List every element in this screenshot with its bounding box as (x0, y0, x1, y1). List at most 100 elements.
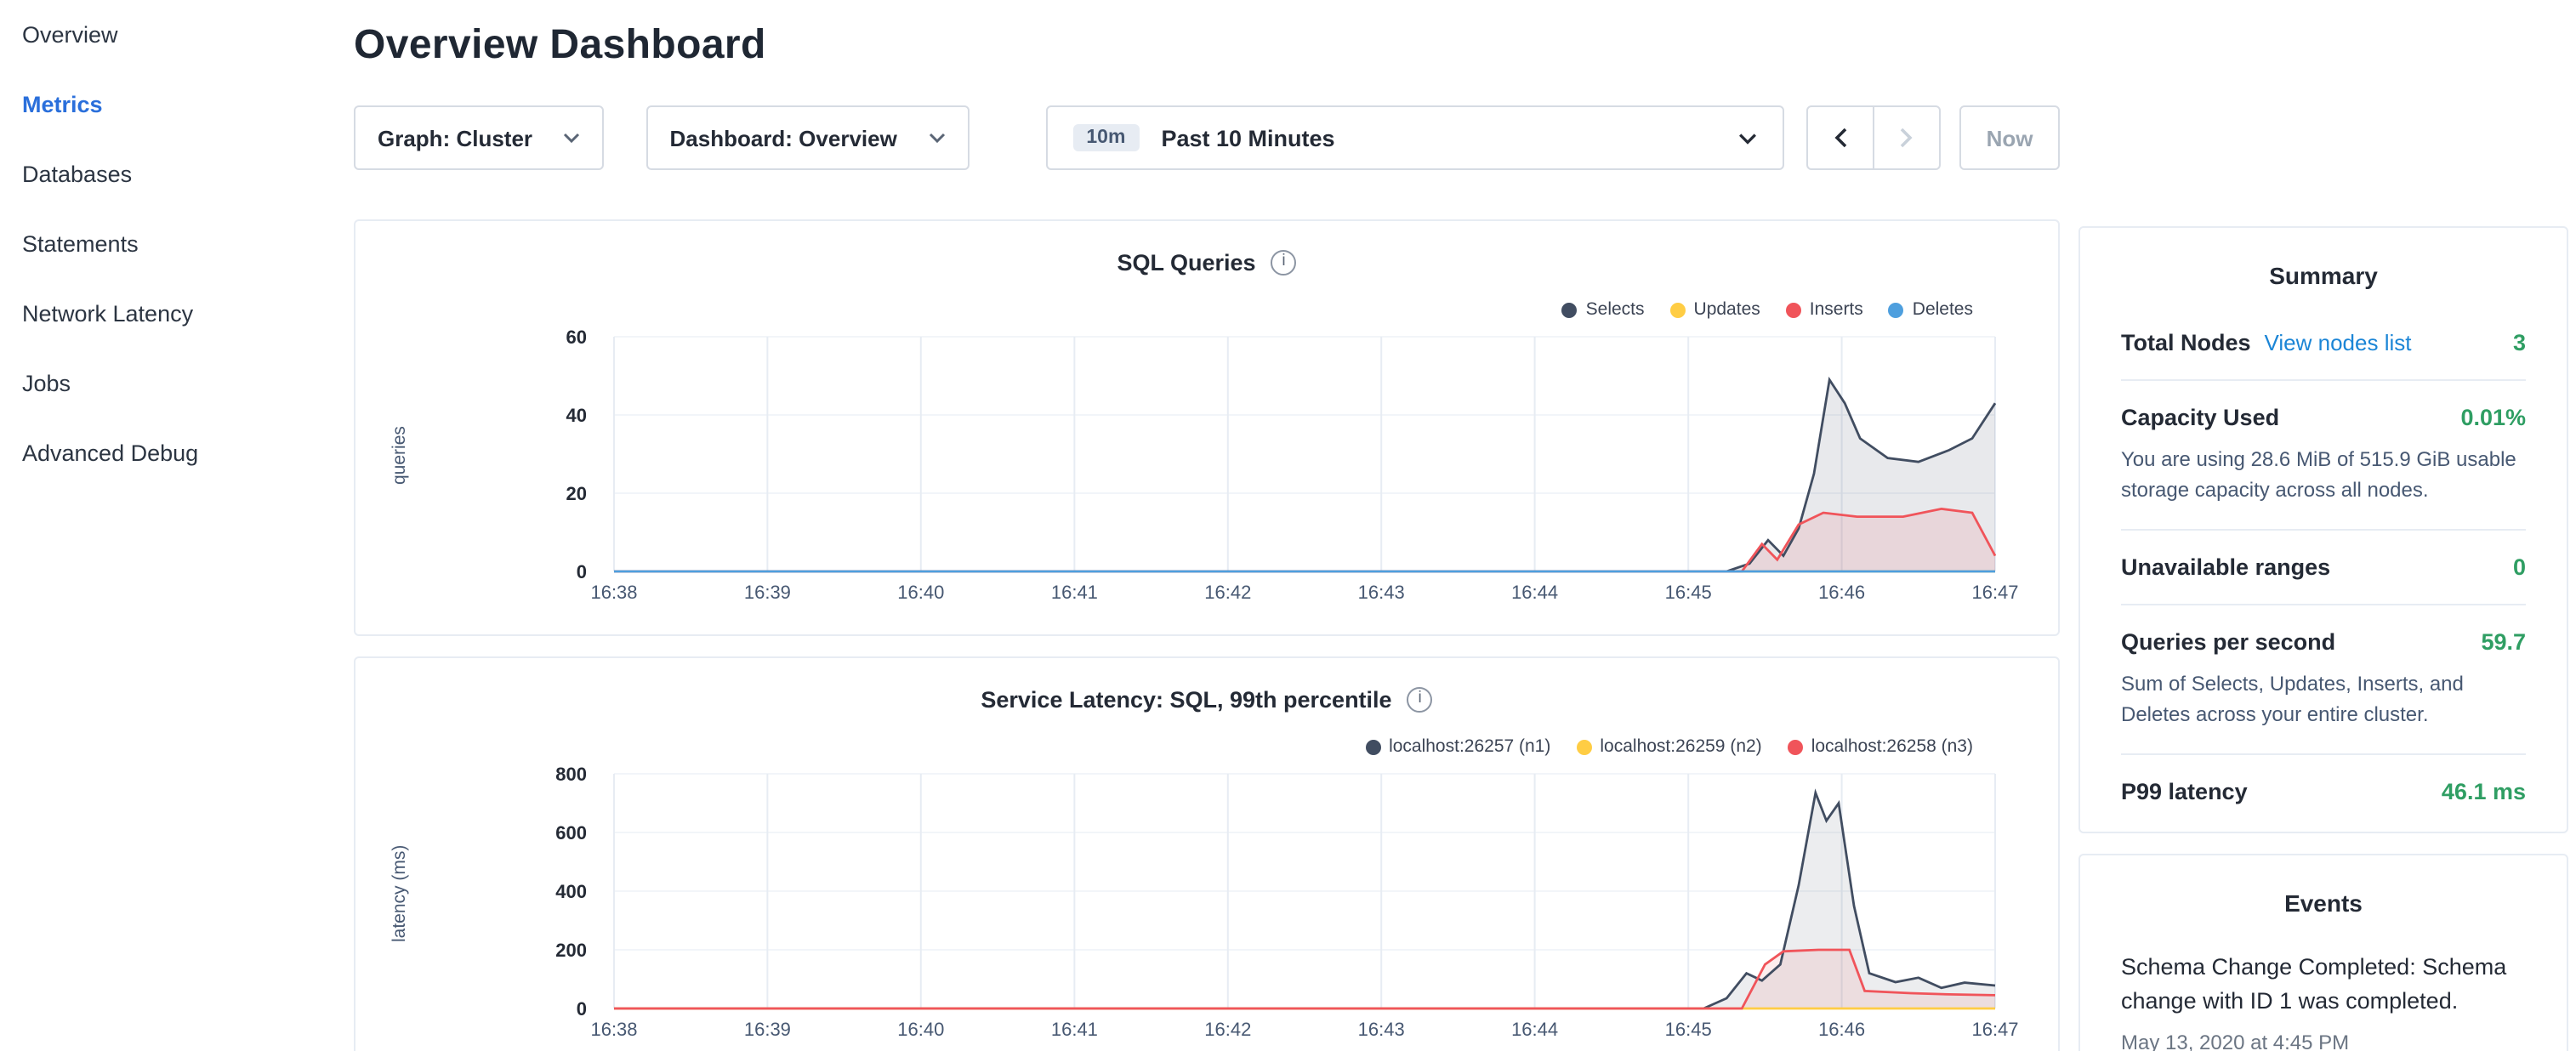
y-axis-label: latency (ms) (390, 774, 410, 1012)
x-axis-tick: 16:45 (1665, 582, 1712, 603)
x-axis-tick: 16:44 (1511, 582, 1558, 603)
legend-item[interactable]: Updates (1670, 299, 1760, 320)
summary-label: Unavailable ranges (2121, 554, 2330, 580)
x-axis-tick: 16:43 (1358, 1019, 1405, 1040)
summary-label: Capacity Used (2121, 405, 2279, 430)
y-axis-tick: 40 (566, 405, 587, 426)
sidebar-item-metrics[interactable]: Metrics (0, 70, 354, 139)
summary-row-capacity-used: Capacity Used 0.01% You are using 28.6 M… (2121, 381, 2526, 531)
now-button[interactable]: Now (1959, 105, 2060, 170)
summary-description: You are using 28.6 MiB of 515.9 GiB usab… (2121, 444, 2526, 505)
x-axis-tick: 16:43 (1358, 582, 1405, 603)
summary-row-p99-latency: P99 latency 46.1 ms (2121, 755, 2526, 828)
legend-label: Deletes (1913, 299, 1973, 320)
chart-panel-sql-queries: SQL Queries i Selects Updates Inserts Delet… (354, 219, 2060, 636)
legend-item[interactable]: Inserts (1786, 299, 1863, 320)
chart-legend: Selects Updates Inserts Deletes (1537, 299, 1973, 320)
legend-item[interactable]: Deletes (1889, 299, 1973, 320)
y-axis-tick: 200 (555, 940, 587, 961)
legend-item[interactable]: localhost:26258 (n3) (1788, 736, 1973, 757)
chevron-down-icon (563, 133, 580, 143)
summary-row-queries-per-second: Queries per second 59.7 Sum of Selects, … (2121, 605, 2526, 755)
time-range-label: Past 10 Minutes (1161, 125, 1721, 151)
graph-scope-label: Graph: Cluster (378, 125, 532, 151)
time-pager (1806, 105, 1941, 170)
x-axis-tick: 16:44 (1511, 1019, 1558, 1040)
summary-label: P99 latency (2121, 779, 2248, 804)
legend-dot (1788, 739, 1803, 754)
right-sidebar: Summary Total Nodes View nodes list 3 Ca… (2078, 226, 2568, 1051)
legend-label: Inserts (1810, 299, 1863, 320)
chart-canvas[interactable]: 16:3816:3916:4016:4116:4216:4316:4416:45… (355, 753, 2058, 1051)
chevron-down-icon (1738, 132, 1757, 144)
legend-dot (1365, 739, 1380, 754)
x-axis-tick: 16:39 (744, 582, 791, 603)
sidebar-item-databases[interactable]: Databases (0, 139, 354, 209)
time-range-badge: 10m (1072, 124, 1139, 151)
y-axis-tick: 60 (566, 327, 587, 348)
summary-value: 46.1 ms (2442, 779, 2526, 804)
x-axis-tick: 16:46 (1818, 582, 1865, 603)
main-content: Overview Dashboard Graph: Cluster Dashbo… (354, 0, 2060, 1051)
x-axis-tick: 16:39 (744, 1019, 791, 1040)
page-title: Overview Dashboard (354, 22, 2060, 70)
legend-dot (1889, 302, 1904, 317)
chart-title: SQL Queries (1117, 249, 1255, 275)
series-area (614, 950, 1995, 1008)
summary-title: Summary (2121, 255, 2526, 306)
event-item-text[interactable]: Schema Change Completed: Schema change w… (2121, 951, 2526, 1020)
x-axis-tick: 16:38 (590, 1019, 637, 1040)
y-axis-tick: 20 (566, 483, 587, 504)
x-axis-tick: 16:46 (1818, 1019, 1865, 1040)
summary-row-unavailable-ranges: Unavailable ranges 0 (2121, 531, 2526, 605)
summary-value: 59.7 (2481, 629, 2526, 655)
sidebar-item-advanced-debug[interactable]: Advanced Debug (0, 418, 354, 488)
y-axis-tick: 800 (555, 764, 587, 785)
chevron-down-icon (928, 133, 945, 143)
x-axis-tick: 16:47 (1971, 582, 2018, 603)
view-nodes-list-link[interactable]: View nodes list (2265, 330, 2412, 355)
cockroachdb-admin-ui: Overview Metrics Databases Statements Ne… (0, 0, 2576, 1051)
dashboard-dropdown[interactable]: Dashboard: Overview (646, 105, 970, 170)
summary-label: Queries per second (2121, 629, 2335, 655)
legend-label: localhost:26258 (n3) (1811, 736, 1973, 757)
sidebar-item-overview[interactable]: Overview (0, 0, 354, 70)
legend-dot (1576, 739, 1591, 754)
sidebar: Overview Metrics Databases Statements Ne… (0, 0, 354, 1051)
summary-row-total-nodes: Total Nodes View nodes list 3 (2121, 306, 2526, 381)
time-range-selector[interactable]: 10m Past 10 Minutes (1045, 105, 1784, 170)
legend-label: Updates (1694, 299, 1760, 320)
y-axis-label: queries (390, 337, 410, 575)
x-axis-tick: 16:41 (1051, 1019, 1098, 1040)
events-title: Events (2121, 883, 2526, 934)
legend-dot (1670, 302, 1686, 317)
x-axis-tick: 16:45 (1665, 1019, 1712, 1040)
x-axis-tick: 16:42 (1204, 1019, 1251, 1040)
info-icon[interactable]: i (1271, 249, 1297, 275)
legend-dot (1562, 302, 1578, 317)
time-forward-button[interactable] (1873, 105, 1941, 170)
chevron-right-icon (1900, 128, 1914, 148)
x-axis-tick: 16:40 (897, 582, 944, 603)
legend-item[interactable]: localhost:26257 (n1) (1365, 736, 1550, 757)
x-axis-tick: 16:47 (1971, 1019, 2018, 1040)
sidebar-item-network-latency[interactable]: Network Latency (0, 279, 354, 349)
chart-canvas[interactable]: 16:3816:3916:4016:4116:4216:4316:4416:45… (355, 316, 2058, 622)
time-back-button[interactable] (1806, 105, 1874, 170)
legend-item[interactable]: Selects (1562, 299, 1645, 320)
chart-header: SQL Queries i (355, 245, 2058, 279)
summary-value: 3 (2513, 330, 2526, 355)
legend-item[interactable]: localhost:26259 (n2) (1576, 736, 1761, 757)
legend-label: localhost:26259 (n2) (1600, 736, 1761, 757)
info-icon[interactable]: i (1407, 686, 1433, 712)
legend-dot (1786, 302, 1801, 317)
y-axis-tick: 0 (577, 998, 587, 1020)
dashboard-dropdown-label: Dashboard: Overview (670, 125, 897, 151)
sidebar-item-statements[interactable]: Statements (0, 209, 354, 279)
chart-title: Service Latency: SQL, 99th percentile (981, 686, 1391, 712)
chart-header: Service Latency: SQL, 99th percentile i (355, 682, 2058, 716)
summary-description: Sum of Selects, Updates, Inserts, and De… (2121, 668, 2526, 730)
x-axis-tick: 16:41 (1051, 582, 1098, 603)
graph-scope-dropdown[interactable]: Graph: Cluster (354, 105, 604, 170)
sidebar-item-jobs[interactable]: Jobs (0, 349, 354, 418)
